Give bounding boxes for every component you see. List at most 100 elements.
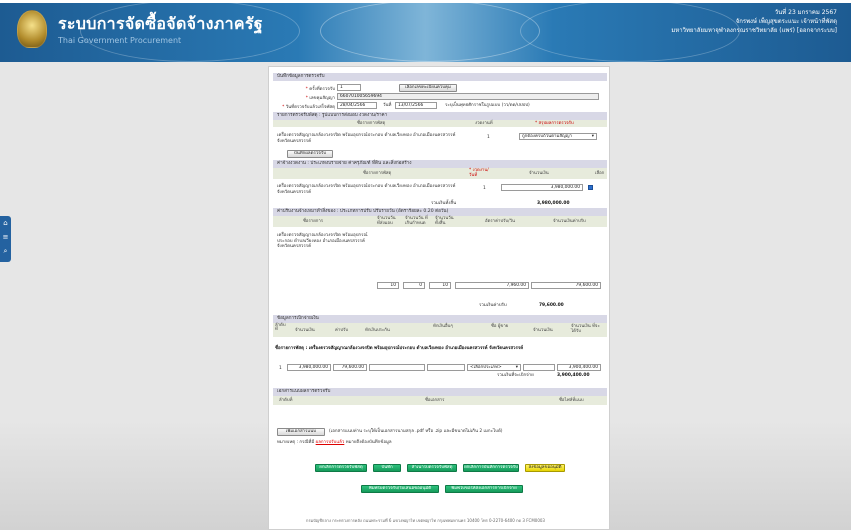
fine-total-label: รวมเงินค่าปรับ [479, 303, 507, 308]
payment-net-field[interactable] [523, 364, 555, 371]
col-net: จำนวนเงิน [533, 328, 553, 333]
chevron-down-icon: ▾ [515, 365, 518, 370]
print-request-button[interactable]: พิมพ์ใบขอให้ส่งเอกสารการเบิกจ่าย [445, 485, 523, 493]
date2-input[interactable]: 13/07/2566 [395, 102, 437, 109]
col-round: * งวดงาน/วันที่ [469, 168, 489, 178]
payment-table-header: ลำดับ ที่ จำนวนเงิน ค่าปรับ หักเงินประกั… [273, 323, 607, 337]
fine-total-value: 79,600.00 [539, 303, 564, 308]
main-form-panel: บันทึกข้อมูลการตรวจรับ * ครั้งที่ตรวจรับ… [268, 66, 610, 530]
col-doc-file: ชื่อไฟล์ที่แนบ [559, 398, 584, 403]
days-delivered-input[interactable]: 10 [377, 282, 399, 289]
current-date: วันที่ 23 มกราคม 2567 [774, 9, 837, 16]
inspect-round: 1 [487, 135, 490, 140]
inspection-date-label: * วันที่ตรวจรับแล้วเสร็จพัสดุ [282, 105, 335, 110]
cancel-record-button[interactable]: ยกเลิกการบันทึกการตรวจรับ [463, 464, 519, 472]
days-total-input[interactable]: 10 [429, 282, 451, 289]
amount-total-label: รวมเงินทั้งสิ้น [431, 201, 457, 206]
inspect-section-title: รายการตรวจรับพัสดุ : รูปแบบการส่งมอบ งวด… [273, 112, 607, 120]
fine-applied-link[interactable]: ผลการปรับแล้ว [316, 440, 345, 445]
amount-item-name: เครื่องตรวจสัญญาณกล้องวงจรปิด พร้อมอุปกร… [277, 184, 456, 195]
documents-section: เอกสารแนบผลการตรวจรับ ลำดับที่ ชื่อเอกสา… [273, 388, 607, 405]
submit-approval-button[interactable]: ส่งข้อมูลขออนุมัติ [525, 464, 565, 472]
col-doc-no: ลำดับที่ [279, 398, 293, 403]
col-days-total: จำนวนวัน ทั้งสิ้น [435, 216, 454, 226]
inspection-result-select[interactable]: ถูกต้องครบถ้วนตามสัญญา ▾ [519, 133, 597, 140]
days-overdue-input[interactable]: 0 [403, 282, 425, 289]
inspection-date-input[interactable]: 28/04/2566 [337, 102, 377, 109]
col-no: ลำดับ ที่ [275, 323, 286, 332]
col-fine-rate: อัตราค่าปรับ/วัน [485, 219, 515, 224]
col-deposit: หักเงินประกัน [365, 328, 390, 333]
chevron-down-icon: ▾ [591, 134, 594, 139]
side-menu-tab[interactable]: ⌂ ≡ ⌕ [0, 216, 11, 262]
payment-deposit-field[interactable] [369, 364, 425, 371]
col-item-name: ชื่อรายการ [303, 219, 324, 224]
amount-total-value: 3,980,000.00 [537, 201, 570, 206]
amount-input[interactable]: 3,980,000.00 [501, 184, 583, 191]
col-amount: จำนวนเงิน [295, 328, 315, 333]
print-inspection-button[interactable]: พิมพ์ใบตรวจรับ/ใบเสนอขออนุมัติ [361, 485, 439, 493]
home-icon[interactable]: ⌂ [0, 216, 11, 230]
col-item-name: ชื่อรายการพัสดุ [357, 121, 386, 126]
col-days-overdue: จำนวนวัน ที่เกินกำหนด [405, 216, 428, 226]
cancel-inspection-button[interactable]: ยกเลิกการตรวจรับพัสดุ [315, 464, 367, 472]
round-input[interactable]: 1 [337, 84, 361, 91]
fine-item-name: เครื่องตรวจสัญญาณกล้องวงจรปิด พร้อมอุปกร… [277, 233, 368, 249]
contract-number-field: 660701005659694 [337, 93, 599, 100]
fine-rate-field[interactable]: 7,960.00 [455, 282, 529, 289]
contract-label: * เลขคุมสัญญา [305, 96, 335, 101]
date2-label: วันที่ [383, 103, 392, 108]
amount-section-title: ค่าจ้างงวดงาน : ประเภทงบรายจ่าย ค่าครุภั… [273, 160, 607, 168]
vendor-select[interactable]: <เลือกประเภท> ▾ [467, 364, 521, 371]
amount-select-checkbox[interactable] [588, 185, 593, 190]
payment-section: ข้อมูลการเบิกจ่ายเงิน ลำดับ ที่ จำนวนเงิ… [273, 315, 607, 337]
col-round: งวดงานที่ [475, 121, 493, 126]
payment-amount-field[interactable]: 3,980,000.00 [287, 364, 331, 371]
payment-row-no: 1 [279, 366, 282, 371]
col-item-name: ชื่อรายการพัสดุ [363, 171, 392, 176]
payment-item-line: ชื่อรายการพัสดุ : เครื่องตรวจสัญญาณกล้อง… [275, 346, 524, 351]
payment-total-value: 3,900,400.00 [557, 373, 590, 378]
amount-table-header: ชื่อรายการพัสดุ * งวดงาน/วันที่ จำนวนเงิ… [273, 168, 607, 179]
fine-table-header: ชื่อรายการ จำนวนวัน ที่ส่งมอบ จำนวนวัน ท… [273, 216, 607, 227]
inspect-item-name: เครื่องตรวจสัญญาณกล้องวงจรปิด พร้อมอุปกร… [277, 133, 456, 144]
org-logout-link[interactable]: มหาวิทยาลัยมหาจุฬาลงกรณราชวิทยาลัย (แพร่… [671, 26, 837, 35]
documents-table-header: ลำดับที่ ชื่อเอกสาร ชื่อไฟล์ที่แนบ [273, 396, 607, 405]
date-format-note: ระบุเป็นพุทธศักราชในรูปแบบ (วว/ดด/ปปปป) [445, 103, 530, 108]
select-contract-button[interactable]: เลือกเลขทะเบียนควบคุม [399, 84, 457, 92]
col-status: * สรุปผลการตรวจรับ [535, 121, 574, 126]
site-title: ระบบการจัดซื้อจัดจ้างภาครัฐ [58, 14, 263, 33]
col-select: เลือก [595, 171, 605, 176]
payment-fine-field[interactable]: 79,600.00 [333, 364, 367, 371]
col-receive: จำนวนเงิน ที่จะได้รับ [571, 324, 600, 334]
col-doc-name: ชื่อเอกสาร [425, 398, 445, 403]
header-banner: ระบบการจัดซื้อจัดจ้างภาครัฐ Thai Governm… [0, 0, 851, 62]
col-fine: ค่าปรับ [335, 328, 349, 333]
record-section: บันทึกข้อมูลการตรวจรับ [273, 73, 607, 81]
col-days-delivered: จำนวนวัน ที่ส่งมอบ [377, 216, 396, 226]
payment-other-field[interactable] [427, 364, 465, 371]
save-button[interactable]: บันทึก [373, 464, 401, 472]
record-section-title: บันทึกข้อมูลการตรวจรับ [273, 73, 607, 81]
col-vendor: ชื่อ ผู้ขาย [491, 324, 509, 329]
documents-section-title: เอกสารแนบผลการตรวจรับ [273, 388, 607, 396]
user-info: วันที่ 23 มกราคม 2567 จักรพงษ์ เพ็ญสุขตร… [671, 8, 837, 35]
site-subtitle: Thai Government Procurement [58, 36, 182, 45]
banner-decoration [320, 0, 540, 62]
add-attachment-button[interactable]: เพิ่มเอกสารแนบ [277, 428, 325, 436]
fine-section-title: ค่าปรับงานจ้างเหมาทำสิ่งของ : ประเภทการป… [273, 208, 607, 216]
fine-section: ค่าปรับงานจ้างเหมาทำสิ่งของ : ประเภทการป… [273, 208, 607, 227]
menu-icon[interactable]: ≡ [0, 230, 11, 244]
round-label: * ครั้งที่ตรวจรับ [305, 87, 335, 92]
copy-report-button[interactable]: สำเนาใบตรวจรับพัสดุ [407, 464, 457, 472]
inspect-section: รายการตรวจรับพัสดุ : รูปแบบการส่งมอบ งวด… [273, 112, 607, 127]
fine-total-field: 79,600.00 [531, 282, 601, 289]
search-icon[interactable]: ⌕ [0, 244, 11, 258]
payment-receive-field: 3,900,400.00 [557, 364, 601, 371]
attachment-note: (เอกสารแนบท่าน ระบุให้เป็นเอกสารนามสกุล … [329, 429, 503, 434]
col-amount: จำนวนเงิน [529, 171, 549, 176]
footer-text: กรมบัญชีกลาง กระทรวงการคลัง ถนนพระรามที่… [306, 518, 545, 523]
payment-total-label: รวมเงินที่จะเบิกจ่าย [497, 373, 534, 378]
save-inspection-button[interactable]: บันทึกผลตรวจรับ [287, 150, 333, 158]
col-fine-total: จำนวนเงินค่าปรับ [553, 219, 586, 224]
